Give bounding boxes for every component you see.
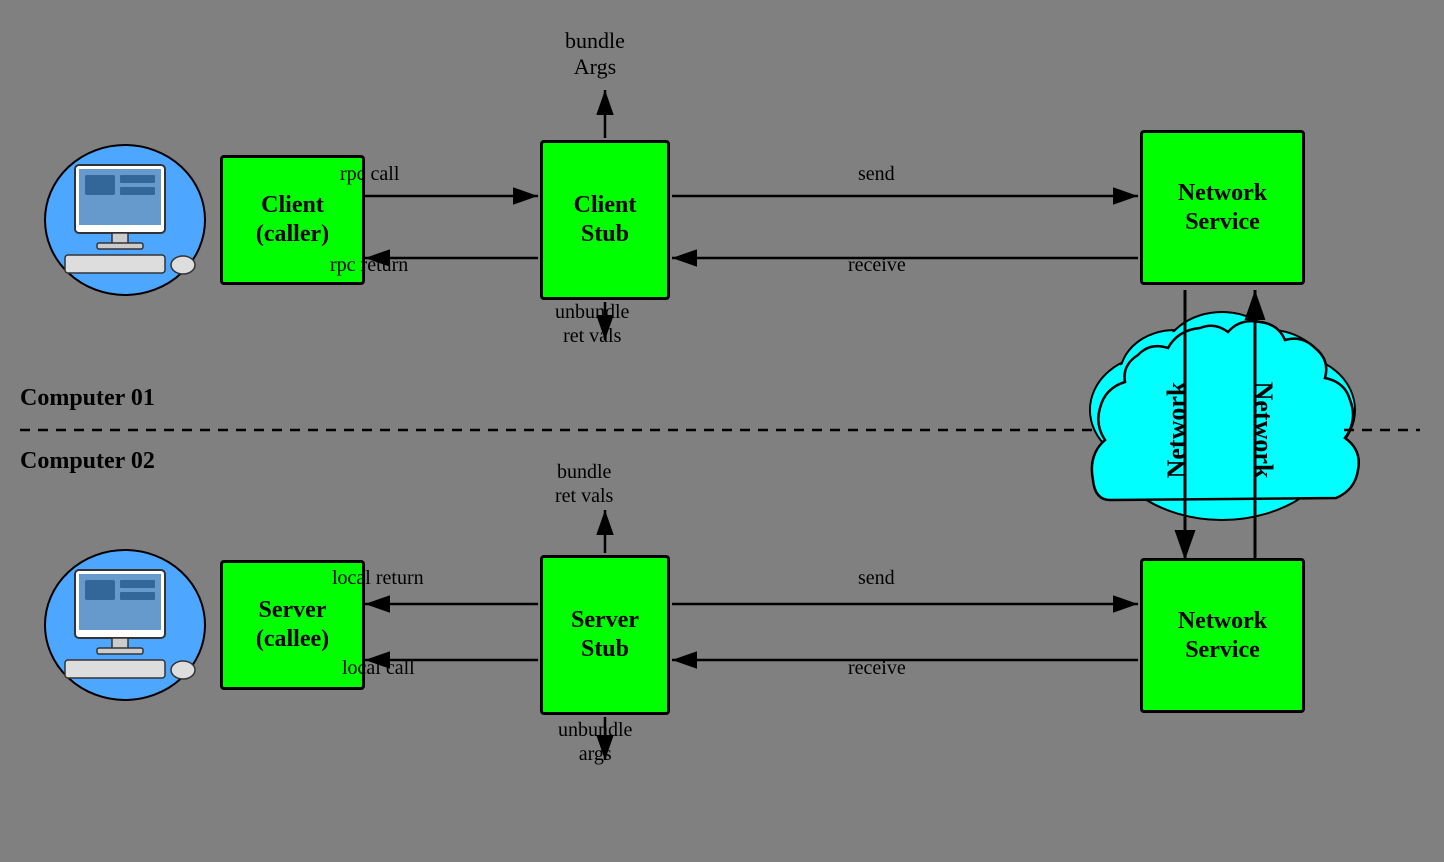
svg-text:Network: Network [1249, 382, 1278, 479]
bundle-ret-vals-label: bundleret vals [555, 460, 613, 508]
server-stub-box: Server Stub [540, 555, 670, 715]
unbundle-args-label: unbundleargs [558, 718, 632, 766]
computer-02-icon [45, 550, 205, 700]
network-cloud: Network Network [1090, 290, 1359, 560]
send-bottom-label: send [858, 566, 895, 590]
rpc-return-label: rpc return [330, 253, 408, 277]
unbundle-ret-vals-label: unbundleret vals [555, 300, 629, 348]
computer-01-icon [45, 145, 205, 295]
client-stub-box: Client Stub [540, 140, 670, 300]
computer-02-label: Computer 02 [20, 448, 155, 475]
diagram-container: Network Network [0, 0, 1444, 862]
computer-01-label: Computer 01 [20, 385, 155, 412]
receive-bottom-label: receive [848, 656, 906, 680]
network-service-bottom-box: Network Service [1140, 558, 1305, 713]
network-service-top-box: Network Service [1140, 130, 1305, 285]
rpc-call-label: rpc call [340, 162, 399, 186]
local-return-label: local return [332, 566, 424, 590]
bundle-args-label: bundleArgs [565, 28, 625, 81]
receive-top-label: receive [848, 253, 906, 277]
svg-text:Network: Network [1162, 381, 1191, 478]
send-top-label: send [858, 162, 895, 186]
local-call-label: local call [342, 656, 415, 680]
